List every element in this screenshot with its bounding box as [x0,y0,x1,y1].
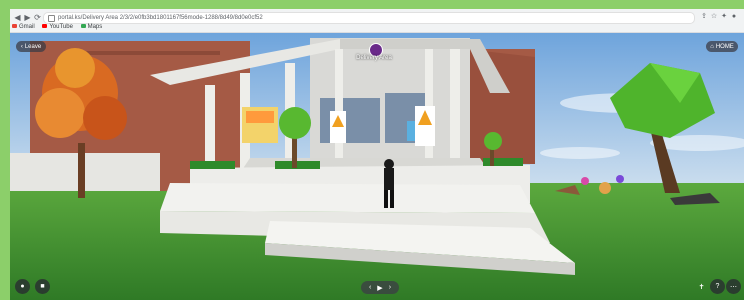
bookmark-gmail[interactable]: Gmail [12,23,35,31]
home-icon: ⌂ [710,43,714,50]
extensions-icon[interactable]: ✦ [720,13,728,21]
next-icon[interactable]: › [389,284,391,291]
prev-icon[interactable]: ‹ [369,284,371,291]
share-icon[interactable]: ⇪ [700,13,708,21]
address-bar[interactable]: portal.ks/Delivery Area 2/3/2/e0fb3bd180… [43,12,695,24]
profile-icon[interactable]: ● [730,13,738,21]
media-controls: ‹ ▶ › [361,281,399,294]
back-arrow-icon: ‹ [20,43,23,50]
gmail-icon [12,24,17,29]
help-icon[interactable]: ? [710,279,725,294]
figure-icon[interactable]: ✝ [694,279,709,294]
home-button[interactable]: ⌂ HOME [706,41,738,52]
leave-button[interactable]: ‹ Leave [16,41,46,52]
url-text: portal.ks/Delivery Area 2/3/2/e0fb3bd180… [58,15,263,21]
forward-icon[interactable]: ▶ [23,13,32,22]
lock-icon [48,15,55,22]
youtube-icon [42,24,48,29]
reload-icon[interactable]: ⟳ [33,13,42,22]
bookmark-maps[interactable]: Maps [80,23,102,31]
browser-toolbar: ◀ ▶ ⟳ portal.ks/Delivery Area 2/3/2/e0fb… [10,9,744,33]
venue-name: Delivery Area [356,55,392,61]
maps-icon [80,24,86,29]
browser-window: ◀ ▶ ⟳ portal.ks/Delivery Area 2/3/2/e0fb… [10,9,744,300]
more-icon[interactable]: ⋯ [726,279,741,294]
bookmarks-bar: Gmail YouTube Maps [12,23,108,31]
back-icon[interactable]: ◀ [13,13,22,22]
star-icon[interactable]: ☆ [710,13,718,21]
virtual-venue-scene[interactable]: ‹ Leave ⌂ HOME Delivery Area ● ■ ‹ ▶ › ✝… [10,33,744,300]
play-icon[interactable]: ▶ [377,284,382,292]
camera-icon[interactable]: ■ [35,279,50,294]
mic-icon[interactable]: ● [15,279,30,294]
bookmark-youtube[interactable]: YouTube [42,23,73,31]
scene-graphic [10,33,744,300]
